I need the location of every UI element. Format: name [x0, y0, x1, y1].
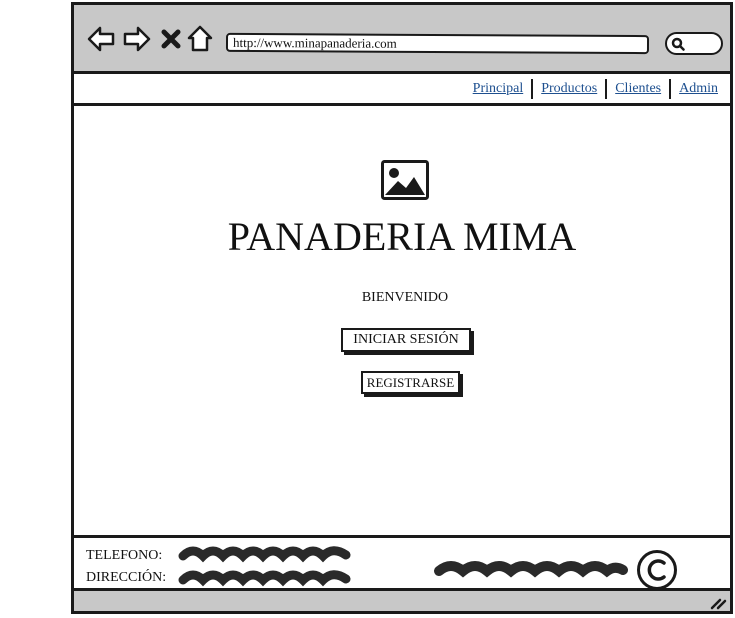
address-bar[interactable]: http://www.minapanaderia.com [225, 32, 650, 55]
nav-link-principal[interactable]: Principal [465, 79, 532, 99]
forward-arrow-icon[interactable] [122, 25, 152, 53]
nav-links: Principal Productos Clientes Admin [465, 79, 730, 99]
nav-link-productos[interactable]: Productos [531, 79, 605, 99]
image-placeholder-icon [381, 160, 429, 200]
page-footer: TELEFONO: DIRECCIÓN: [74, 535, 730, 592]
browser-toolbar: http://www.minapanaderia.com [74, 5, 730, 74]
page-title: PANADERIA MIMA [227, 214, 577, 259]
nav-link-clientes[interactable]: Clientes [605, 79, 669, 99]
back-arrow-icon[interactable] [86, 25, 116, 53]
welcome-text: BIENVENIDO [361, 290, 449, 305]
address-label: DIRECCIÓN: [86, 570, 167, 585]
search-field[interactable] [665, 32, 723, 55]
copyright-icon [637, 550, 677, 590]
register-button[interactable]: REGISTRARSE [361, 371, 460, 394]
redacted-address-scribble [178, 570, 351, 587]
phone-label: TELEFONO: [86, 548, 163, 563]
site-nav: Principal Productos Clientes Admin [74, 74, 730, 106]
nav-link-admin[interactable]: Admin [669, 79, 730, 99]
resize-grip-icon[interactable] [709, 594, 727, 610]
close-icon[interactable] [160, 25, 182, 53]
home-icon[interactable] [187, 25, 213, 53]
browser-window: http://www.minapanaderia.com Principal P… [71, 2, 733, 614]
redacted-phone-scribble [178, 546, 351, 563]
search-icon [671, 37, 685, 51]
browser-statusbar [74, 588, 730, 611]
login-button[interactable]: INICIAR SESIÓN [341, 328, 471, 352]
redacted-company-scribble [434, 561, 628, 578]
